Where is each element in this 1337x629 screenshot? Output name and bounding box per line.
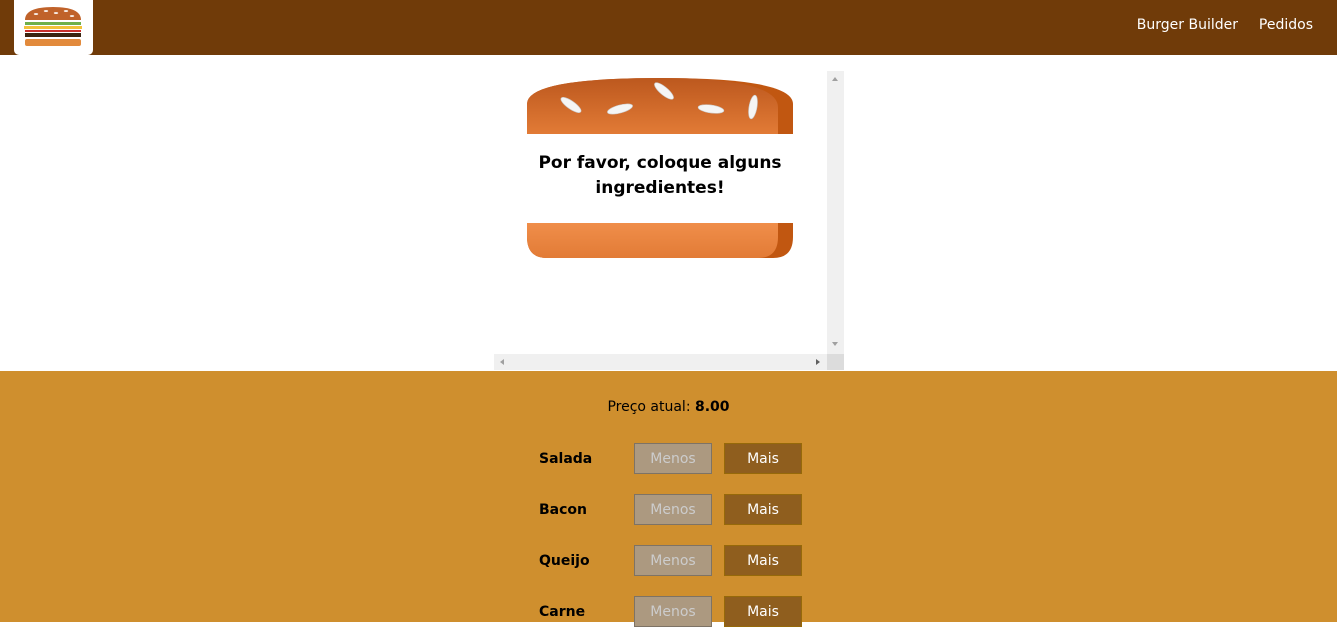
scroll-up-icon[interactable] (832, 77, 838, 81)
ingredient-label: Salada (539, 451, 593, 467)
more-button[interactable]: Mais (724, 596, 802, 627)
empty-burger-message: Por favor, coloque alguns ingredientes! (538, 153, 782, 198)
bread-top (527, 78, 793, 134)
ingredient-label: Bacon (539, 502, 588, 518)
bread-bottom (527, 223, 793, 258)
ingredient-label: Queijo (539, 553, 590, 569)
ingredient-row-salada: Salada Menos Mais (539, 443, 809, 476)
vertical-scrollbar[interactable] (827, 71, 844, 354)
more-button[interactable]: Mais (724, 545, 802, 576)
less-button[interactable]: Menos (634, 443, 712, 474)
more-button[interactable]: Mais (724, 443, 802, 474)
horizontal-scrollbar[interactable] (494, 354, 827, 370)
ingredient-row-carne: Carne Menos Mais (539, 596, 809, 629)
more-button[interactable]: Mais (724, 494, 802, 525)
current-price: Preço atual: 8.00 (0, 399, 1337, 415)
logo[interactable] (14, 0, 93, 55)
burger-preview: Por favor, coloque alguns ingredientes! (494, 71, 844, 370)
less-button[interactable]: Menos (634, 545, 712, 576)
ingredient-label: Carne (539, 604, 586, 620)
ingredient-row-queijo: Queijo Menos Mais (539, 545, 809, 578)
ingredient-row-bacon: Bacon Menos Mais (539, 494, 809, 527)
scroll-down-icon[interactable] (832, 342, 838, 346)
burger-logo-icon (24, 7, 82, 46)
price-label: Preço atual: (607, 399, 691, 415)
nav-item-pedidos[interactable]: Pedidos (1259, 17, 1313, 33)
burger-preview-content: Por favor, coloque alguns ingredientes! (494, 71, 827, 354)
scroll-left-icon[interactable] (500, 359, 504, 365)
build-controls: Preço atual: 8.00 Salada Menos Mais Baco… (0, 371, 1337, 627)
scroll-right-icon[interactable] (816, 359, 820, 365)
toolbar: Burger Builder Pedidos (0, 0, 1337, 55)
scrollbar-corner (827, 354, 844, 370)
price-value: 8.00 (695, 399, 730, 415)
less-button[interactable]: Menos (634, 596, 712, 627)
less-button[interactable]: Menos (634, 494, 712, 525)
nav-item-burger-builder[interactable]: Burger Builder (1137, 17, 1238, 33)
